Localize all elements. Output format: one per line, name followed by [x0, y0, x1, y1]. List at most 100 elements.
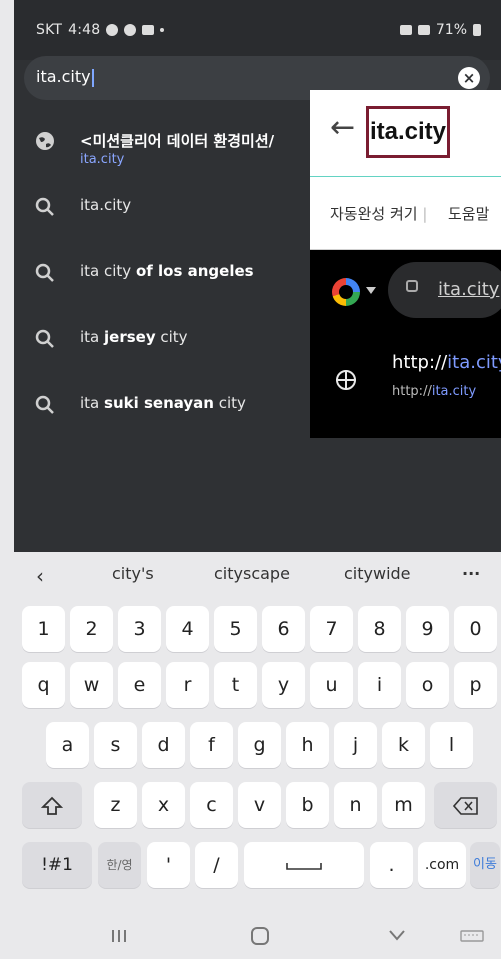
key-2[interactable]: 2	[70, 606, 113, 652]
suggestion-bold: of los angeles	[135, 262, 254, 280]
key-s[interactable]: s	[94, 722, 137, 768]
search-icon	[35, 395, 54, 414]
search-input-text: ita.city	[36, 67, 91, 86]
key-9[interactable]: 9	[406, 606, 449, 652]
prediction-3[interactable]: citywide	[344, 564, 411, 583]
key-4[interactable]: 4	[166, 606, 209, 652]
more-icon[interactable]: ···	[462, 564, 480, 583]
key-j[interactable]: j	[334, 722, 377, 768]
apostrophe-key[interactable]: '	[147, 842, 190, 888]
key-u[interactable]: u	[310, 662, 353, 708]
key-r[interactable]: r	[166, 662, 209, 708]
key-i[interactable]: i	[358, 662, 401, 708]
key-7[interactable]: 7	[310, 606, 353, 652]
result-title-prefix: http://	[392, 352, 448, 373]
suggestion-text: ita city of los angeles	[80, 262, 254, 280]
chevron-down-icon[interactable]	[388, 928, 406, 942]
clear-button[interactable]: ×	[458, 67, 480, 89]
lock-icon	[406, 280, 418, 292]
result-subtitle: http://ita.city	[392, 384, 476, 399]
suggestion-text: ita jersey city	[80, 328, 188, 346]
slash-key[interactable]: /	[195, 842, 238, 888]
status-right: 71%	[399, 22, 481, 38]
key-n[interactable]: n	[334, 782, 377, 828]
key-3[interactable]: 3	[118, 606, 161, 652]
key-h[interactable]: h	[286, 722, 329, 768]
shift-icon	[40, 796, 64, 815]
suggestion-prefix: ita	[80, 394, 105, 412]
key-q[interactable]: q	[22, 662, 65, 708]
back-arrow-icon[interactable]: ←	[330, 113, 356, 143]
prediction-2[interactable]: cityscape	[214, 564, 290, 583]
key-g[interactable]: g	[238, 722, 281, 768]
keyboard: ‹ city's cityscape citywide ··· 1 2 3 4 …	[14, 552, 501, 959]
backspace-key[interactable]	[434, 782, 497, 828]
key-a[interactable]: a	[46, 722, 89, 768]
suggestion-suffix: city	[155, 328, 188, 346]
globe-icon	[36, 132, 54, 150]
key-p[interactable]: p	[454, 662, 497, 708]
key-w[interactable]: w	[70, 662, 113, 708]
space-key[interactable]	[244, 842, 364, 888]
key-y[interactable]: y	[262, 662, 305, 708]
time-label: 4:48	[68, 22, 101, 38]
search-input[interactable]: ita.city	[36, 67, 94, 87]
key-l[interactable]: l	[430, 722, 473, 768]
key-b[interactable]: b	[286, 782, 329, 828]
autocomplete-label: 자동완성 켜기	[330, 205, 418, 223]
key-d[interactable]: d	[142, 722, 185, 768]
recents-icon[interactable]	[110, 928, 128, 944]
suggestion-bold: suki senayan	[104, 394, 214, 412]
key-v[interactable]: v	[238, 782, 281, 828]
key-z[interactable]: z	[94, 782, 137, 828]
inset-options: 자동완성 켜기 | 도움말	[310, 177, 501, 249]
help-link[interactable]: 도움말	[448, 203, 489, 224]
result-title[interactable]: http://ita.city	[392, 352, 501, 373]
prediction-bar: ‹ city's cityscape citywide ···	[14, 552, 501, 596]
key-m[interactable]: m	[382, 782, 425, 828]
screen: SKT 4:48 71% ita.city × <미션클리어 데이터 환경미션/…	[0, 0, 501, 959]
carrier-label: SKT	[36, 22, 63, 38]
key-6[interactable]: 6	[262, 606, 305, 652]
shift-key[interactable]	[22, 782, 82, 828]
key-x[interactable]: x	[142, 782, 185, 828]
key-k[interactable]: k	[382, 722, 425, 768]
inset-screenshot: ← ita.city 자동완성 켜기 | 도움말 ita.city http:/…	[310, 90, 501, 438]
globe-icon	[336, 370, 356, 390]
key-t[interactable]: t	[214, 662, 257, 708]
key-5[interactable]: 5	[214, 606, 257, 652]
symbols-key[interactable]: !#1	[22, 842, 92, 888]
dot-key[interactable]: .	[370, 842, 413, 888]
language-key[interactable]: 한/영	[98, 842, 141, 888]
signal-icon	[417, 25, 430, 35]
prediction-1[interactable]: city's	[112, 564, 154, 583]
search-icon	[35, 197, 54, 216]
key-8[interactable]: 8	[358, 606, 401, 652]
status-left: SKT 4:48	[36, 22, 165, 38]
key-o[interactable]: o	[406, 662, 449, 708]
suggestion-prefix: ita city	[80, 262, 136, 280]
gallery-icon	[142, 25, 155, 35]
home-icon[interactable]	[250, 926, 270, 946]
suggestion-text: ita suki senayan city	[80, 394, 246, 412]
keyboard-icon[interactable]	[460, 930, 484, 942]
key-c[interactable]: c	[190, 782, 233, 828]
inset-url-text: ita.city	[438, 279, 500, 300]
key-0[interactable]: 0	[454, 606, 497, 652]
dotcom-key[interactable]: .com	[418, 842, 466, 888]
dropdown-triangle-icon[interactable]	[366, 287, 376, 294]
text-caret	[91, 68, 94, 87]
status-bar: SKT 4:48 71%	[14, 0, 501, 60]
google-icon[interactable]	[332, 278, 360, 306]
inset-url-bar[interactable]: ita.city	[388, 262, 501, 318]
battery-label: 71%	[435, 22, 467, 38]
key-f[interactable]: f	[190, 722, 233, 768]
autocomplete-toggle[interactable]: 자동완성 켜기 |	[330, 203, 427, 224]
chevron-left-icon[interactable]: ‹	[36, 564, 44, 588]
key-e[interactable]: e	[118, 662, 161, 708]
result-sub-highlight: ita.city	[431, 384, 477, 399]
result-sub-prefix: http://	[392, 384, 432, 399]
key-1[interactable]: 1	[22, 606, 65, 652]
suggestion-bold: jersey	[104, 328, 156, 346]
go-key[interactable]: 이동	[470, 842, 500, 888]
